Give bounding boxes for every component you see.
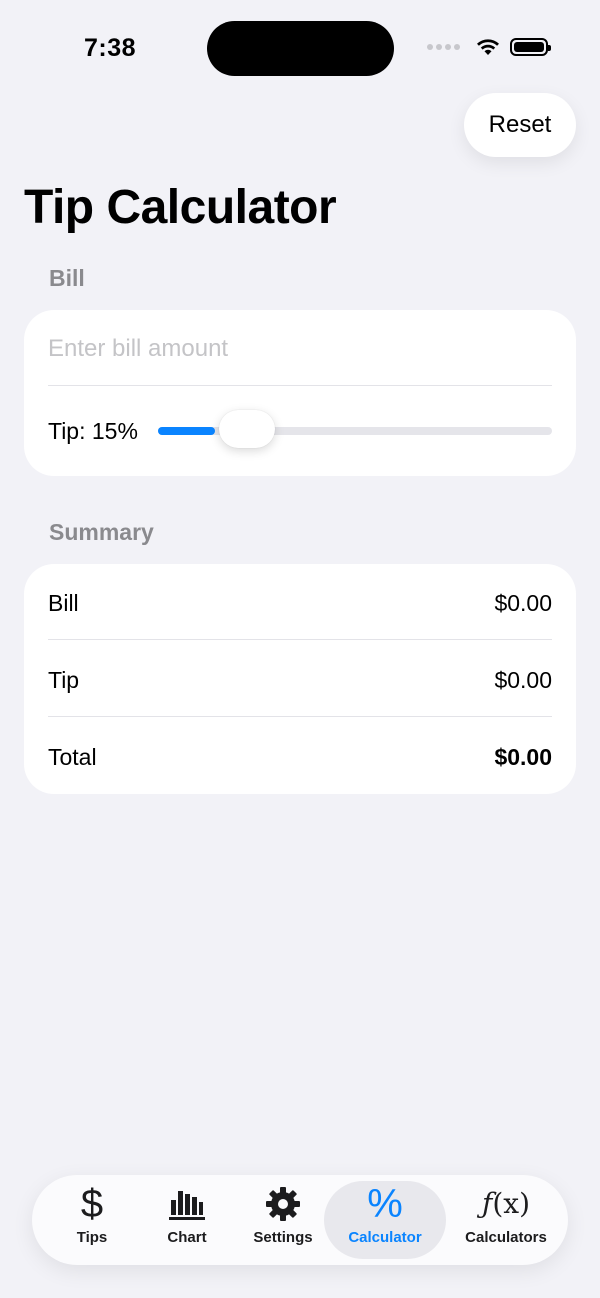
- tab-calculator-label: Calculator: [348, 1229, 422, 1246]
- tab-calculators[interactable]: ƒ(x) Calculators: [450, 1181, 562, 1259]
- summary-section-header: Summary: [49, 519, 154, 545]
- tip-slider-fill: [158, 427, 216, 435]
- summary-total-value: $0.00: [494, 743, 552, 770]
- summary-row-bill: Bill $0.00: [48, 586, 552, 620]
- dynamic-island: [207, 21, 394, 76]
- summary-row-total: Total $0.00: [48, 740, 552, 774]
- summary-tip-label: Tip: [48, 666, 80, 693]
- tab-calculator[interactable]: % Calculator: [324, 1181, 446, 1259]
- gear-icon: [265, 1181, 301, 1227]
- divider: [48, 716, 552, 717]
- summary-row-tip: Tip $0.00: [48, 663, 552, 697]
- tab-tips-label: Tips: [76, 1229, 108, 1246]
- tab-chart-label: Chart: [167, 1229, 207, 1246]
- function-icon: ƒ(x): [481, 1187, 530, 1220]
- tip-slider-thumb[interactable]: [219, 410, 276, 448]
- divider: [48, 639, 552, 640]
- reset-button[interactable]: Reset: [464, 93, 576, 157]
- dollar-icon: $: [80, 1182, 104, 1226]
- bill-section-header: Bill: [49, 265, 85, 291]
- tab-chart[interactable]: Chart: [140, 1181, 234, 1259]
- tip-label: Tip: 15%: [48, 418, 138, 444]
- tab-calculators-label: Calculators: [465, 1229, 547, 1246]
- wifi-icon: [477, 39, 499, 55]
- tab-tips[interactable]: $ Tips: [46, 1181, 138, 1259]
- tab-bar: $ Tips Chart Settings % Calculator ƒ(x) …: [32, 1175, 568, 1265]
- bill-amount-input[interactable]: [48, 330, 552, 368]
- summary-bill-value: $0.00: [494, 589, 552, 616]
- tip-slider[interactable]: [158, 410, 552, 448]
- battery-icon: [510, 38, 551, 56]
- status-icons: [427, 38, 551, 56]
- cellular-signal-icon: [427, 44, 460, 50]
- summary-tip-value: $0.00: [494, 666, 552, 693]
- tab-settings-label: Settings: [253, 1229, 313, 1246]
- summary-bill-label: Bill: [48, 589, 79, 616]
- page-title: Tip Calculator: [24, 181, 337, 234]
- tab-settings[interactable]: Settings: [236, 1181, 330, 1259]
- status-time: 7:38: [84, 34, 137, 62]
- summary-total-label: Total: [48, 743, 97, 770]
- percent-icon: %: [367, 1182, 403, 1226]
- status-bar: 7:38: [0, 0, 600, 96]
- divider: [48, 385, 552, 386]
- summary-card: Bill $0.00 Tip $0.00 Total $0.00: [24, 564, 576, 794]
- bar-chart-icon: [168, 1181, 206, 1227]
- bill-card: Tip: 15%: [24, 310, 576, 476]
